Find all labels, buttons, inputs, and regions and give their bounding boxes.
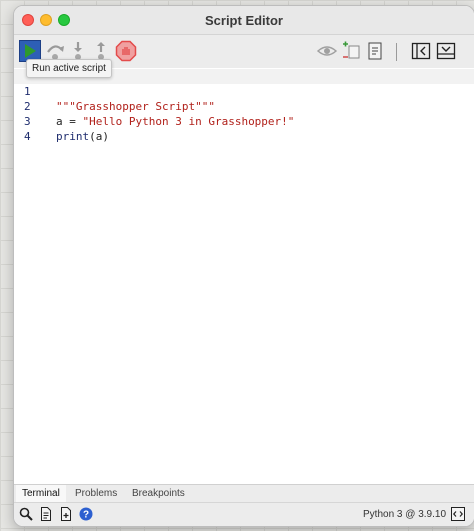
collapse-panel-icon — [411, 42, 431, 60]
tab-breakpoints[interactable]: Breakpoints — [126, 485, 191, 502]
code-view-button[interactable] — [451, 507, 465, 521]
collapse-panel-button[interactable] — [410, 40, 432, 62]
script-editor-window: Script Editor 1 """Grasshopper Script"""… — [13, 5, 474, 527]
stop-button[interactable] — [115, 40, 137, 62]
collapse-down-button[interactable] — [435, 40, 457, 62]
help-icon: ? — [79, 507, 93, 521]
add-file-button[interactable] — [59, 507, 73, 521]
line-text: print(a) — [56, 129, 109, 144]
code-icon — [451, 507, 465, 521]
python-version[interactable]: Python 3 @ 3.9.10 — [363, 509, 446, 520]
svg-text:?: ? — [83, 510, 89, 521]
document-button[interactable] — [364, 40, 386, 62]
toolbar-separator — [396, 43, 397, 61]
document-icon — [368, 42, 382, 60]
bottom-panel-tabs: Terminal Problems Breakpoints — [14, 484, 474, 502]
new-file-icon — [41, 507, 51, 521]
title-bar: Script Editor — [14, 6, 474, 35]
watch-button[interactable] — [316, 40, 338, 62]
run-script-tooltip: Run active script — [26, 59, 112, 78]
add-remove-icon — [343, 41, 360, 59]
tab-terminal[interactable]: Terminal — [16, 485, 66, 502]
help-button[interactable]: ? — [79, 507, 93, 521]
new-file-button[interactable] — [39, 507, 53, 521]
code-token: (a) — [89, 130, 109, 143]
function-name: print — [56, 130, 90, 143]
status-bar: ? Python 3 @ 3.9.10 — [14, 502, 474, 526]
code-line[interactable]: 3 print(a) — [14, 99, 474, 143]
eye-icon — [316, 46, 338, 56]
stop-icon — [115, 40, 137, 62]
search-button[interactable] — [19, 507, 33, 521]
tab-problems[interactable]: Problems — [69, 485, 123, 502]
add-file-icon — [61, 507, 71, 521]
code-editor[interactable]: 1 """Grasshopper Script""" 2 a = "Hello … — [14, 68, 474, 481]
window-title: Script Editor — [204, 13, 283, 28]
code-line[interactable]: 4 — [14, 114, 474, 143]
collapse-down-icon — [436, 42, 456, 60]
line-number: 4 — [24, 130, 31, 143]
toggle-breakpoint-button[interactable] — [340, 40, 362, 62]
search-icon — [19, 507, 33, 521]
code-line[interactable]: 2 a = "Hello Python 3 in Grasshopper!" — [14, 84, 474, 128]
